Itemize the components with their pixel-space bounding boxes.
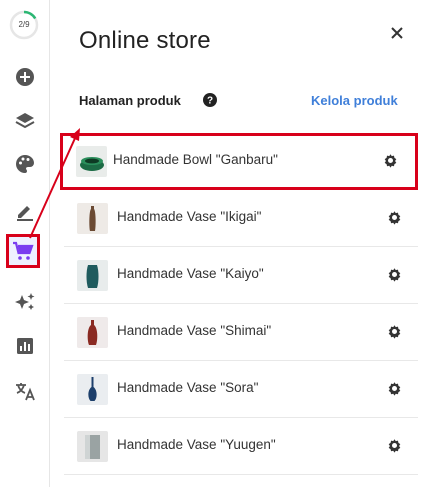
edit-icon[interactable] bbox=[13, 198, 37, 222]
list-item[interactable]: Handmade Vase "Shimai" bbox=[64, 304, 418, 361]
product-name: Handmade Vase "Kaiyo" bbox=[117, 266, 264, 281]
layers-icon[interactable] bbox=[13, 109, 37, 133]
vase-thumbnail bbox=[77, 260, 108, 291]
list-item[interactable]: Handmade Vase "Sora" bbox=[64, 361, 418, 418]
list-item[interactable]: Handmade Vase "Kaiyo" bbox=[64, 247, 418, 304]
vase-thumbnail bbox=[77, 317, 108, 348]
progress-ring[interactable]: 2/9 bbox=[9, 10, 39, 40]
add-circle-icon[interactable] bbox=[13, 65, 37, 89]
product-list: Handmade Bowl "Ganbaru" Handmade Vase "I… bbox=[60, 133, 418, 475]
product-name: Handmade Bowl "Ganbaru" bbox=[113, 152, 278, 167]
chart-icon[interactable] bbox=[13, 334, 37, 358]
translate-icon[interactable] bbox=[13, 379, 37, 403]
cart-icon[interactable] bbox=[6, 234, 40, 268]
help-icon[interactable]: ? bbox=[203, 93, 217, 107]
gear-icon[interactable] bbox=[383, 153, 398, 168]
vase-thumbnail bbox=[77, 374, 108, 405]
vase-thumbnail bbox=[77, 203, 108, 234]
vase-thumbnail bbox=[77, 431, 108, 462]
left-sidebar: 2/9 bbox=[0, 0, 50, 487]
list-item[interactable]: Handmade Bowl "Ganbaru" bbox=[60, 133, 418, 190]
manage-products-link[interactable]: Kelola produk bbox=[311, 93, 398, 108]
progress-label: 2/9 bbox=[18, 20, 30, 29]
sparkle-icon[interactable] bbox=[13, 290, 37, 314]
svg-text:?: ? bbox=[207, 96, 213, 107]
gear-icon[interactable] bbox=[387, 381, 402, 396]
section-label: Halaman produk bbox=[79, 93, 181, 108]
gear-icon[interactable] bbox=[387, 324, 402, 339]
product-name: Handmade Vase "Shimai" bbox=[117, 323, 272, 338]
list-item[interactable]: Handmade Vase "Yuugen" bbox=[64, 418, 418, 475]
close-icon[interactable] bbox=[388, 24, 406, 42]
gear-icon[interactable] bbox=[387, 210, 402, 225]
gear-icon[interactable] bbox=[387, 438, 402, 453]
product-name: Handmade Vase "Yuugen" bbox=[117, 437, 276, 452]
palette-icon[interactable] bbox=[13, 152, 37, 176]
product-name: Handmade Vase "Ikigai" bbox=[117, 209, 262, 224]
gear-icon[interactable] bbox=[387, 267, 402, 282]
list-item[interactable]: Handmade Vase "Ikigai" bbox=[64, 190, 418, 247]
product-name: Handmade Vase "Sora" bbox=[117, 380, 259, 395]
bowl-thumbnail bbox=[76, 146, 107, 177]
panel-title: Online store bbox=[79, 27, 211, 54]
